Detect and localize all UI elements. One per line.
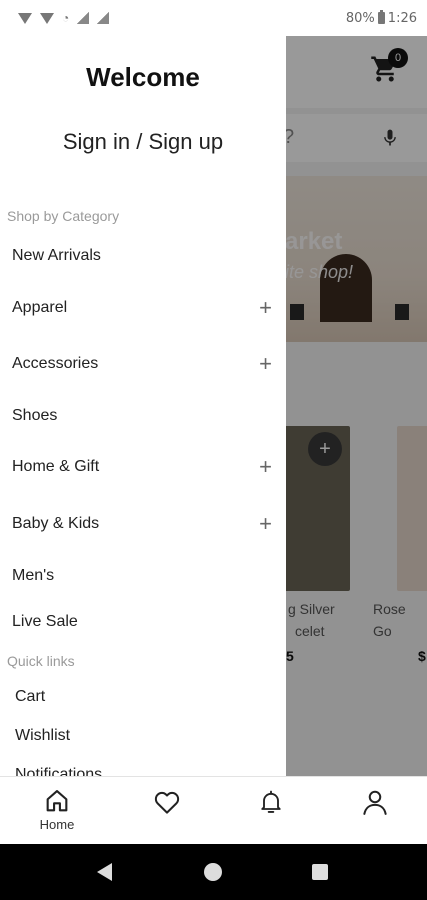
expand-icon[interactable]: + (259, 351, 272, 377)
menu-item-mens[interactable]: Men's (0, 556, 286, 596)
menu-item-label: Men's (12, 567, 55, 584)
quick-link-label: Wishlist (15, 727, 71, 744)
battery-percent: 80% (345, 10, 375, 26)
clock: 1:26 (387, 10, 417, 26)
bottom-navigation: Home (0, 776, 427, 844)
shop-by-category-label: Shop by Category (7, 208, 120, 224)
menu-item-label: Apparel (12, 299, 68, 316)
drawer-title: Welcome (86, 62, 200, 92)
quick-links-label: Quick links (7, 653, 75, 669)
expand-icon[interactable]: + (259, 295, 272, 321)
nav-notifications[interactable] (249, 787, 293, 835)
signal-icon-2 (97, 12, 110, 24)
menu-item-label: Home & Gift (12, 458, 100, 475)
wifi-icon-2 (40, 12, 54, 24)
quick-link-cart[interactable]: Cart (0, 680, 286, 714)
sign-in-link[interactable]: Sign in / Sign up (0, 129, 286, 155)
status-right: 80% 1:26 (345, 10, 417, 26)
nav-wishlist[interactable] (145, 787, 189, 835)
menu-item-live-sale[interactable]: Live Sale (0, 602, 286, 642)
status-bar: ◔ 80% 1:26 (0, 0, 427, 36)
menu-item-new-arrivals[interactable]: New Arrivals (0, 236, 286, 276)
wifi-icon (18, 12, 32, 24)
menu-item-label: Baby & Kids (12, 515, 100, 532)
quick-link-wishlist[interactable]: Wishlist (0, 719, 286, 753)
nav-home[interactable]: Home (35, 787, 79, 835)
menu-item-home-gift[interactable]: Home & Gift + (0, 447, 286, 487)
menu-item-label: Shoes (12, 407, 58, 424)
quick-link-notifications[interactable]: Notifications (0, 758, 286, 776)
home-button-icon[interactable] (204, 863, 222, 881)
nav-home-label: Home (39, 817, 75, 832)
recents-icon[interactable] (312, 864, 328, 880)
signal-icon (77, 12, 90, 24)
menu-item-apparel[interactable]: Apparel + (0, 288, 286, 328)
navigation-drawer: Welcome Sign in / Sign up Shop by Catego… (0, 36, 286, 776)
quick-link-label: Cart (15, 688, 46, 705)
quick-link-label: Notifications (15, 766, 103, 776)
heart-icon (154, 791, 180, 814)
menu-item-accessories[interactable]: Accessories + (0, 344, 286, 384)
expand-icon[interactable]: + (259, 511, 272, 537)
expand-icon[interactable]: + (259, 454, 272, 480)
back-icon[interactable] (97, 863, 112, 881)
battery-icon (377, 10, 385, 24)
system-navigation-bar (0, 844, 427, 900)
menu-item-label: Accessories (12, 355, 99, 372)
status-icons: ◔ (18, 11, 110, 25)
menu-item-baby-kids[interactable]: Baby & Kids + (0, 504, 286, 544)
bell-icon (261, 790, 281, 813)
home-icon (46, 790, 68, 812)
menu-item-label: Live Sale (12, 613, 78, 630)
menu-item-shoes[interactable]: Shoes (0, 396, 286, 436)
menu-item-label: New Arrivals (12, 247, 101, 264)
nav-account[interactable] (353, 787, 397, 835)
user-icon (363, 790, 387, 815)
app-notification-icon: ◔ (62, 11, 70, 25)
